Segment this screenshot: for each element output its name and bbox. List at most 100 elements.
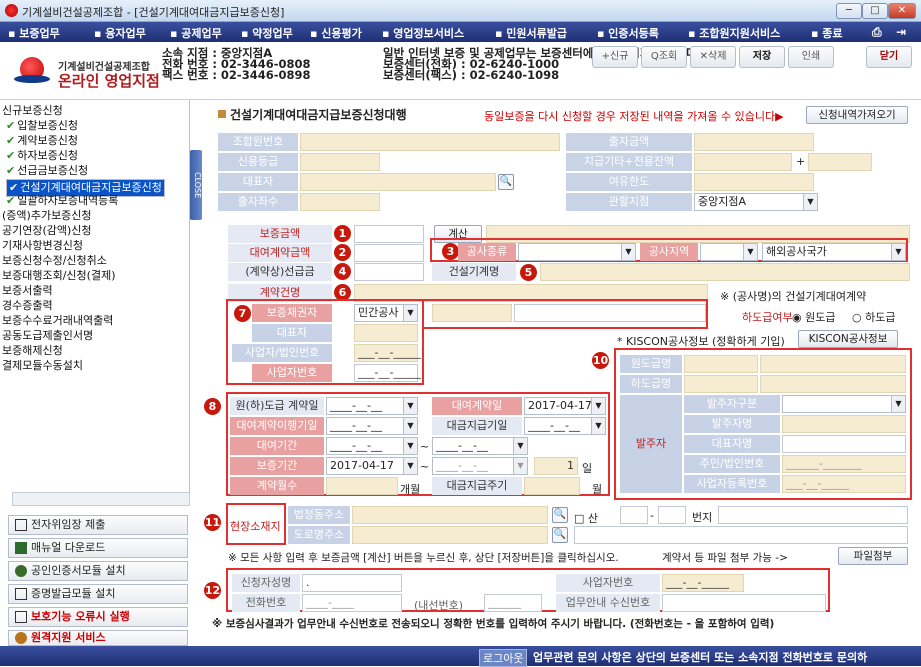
minimize-button[interactable]: ─ [836, 3, 862, 19]
margin-limit-field[interactable] [694, 173, 814, 191]
resid-no-field[interactable]: ______-_______ [782, 455, 906, 473]
menu-member-service[interactable]: ▪ 조합원지원서비스 [688, 25, 780, 41]
menu-guarantee[interactable]: ▪ 보증업무 [8, 25, 60, 41]
invest-amount-field[interactable] [694, 133, 814, 151]
sidebar-item-advance[interactable]: ✔ 선급금보증신청 [6, 164, 88, 177]
pay-cycle-field[interactable] [524, 477, 580, 495]
sub-contractor-name-field[interactable] [760, 375, 906, 393]
creditor-code-field[interactable] [432, 304, 512, 322]
sidebar-item-proxy[interactable]: 보증대행조회/신청(결제) [2, 269, 116, 282]
menu-cert[interactable]: ▪ 인증서등록 [597, 25, 659, 41]
rental-contract-date-select[interactable]: 2017-04-17 ▼ [524, 397, 606, 415]
sidebar-item-bid[interactable]: ✔ 입찰보증신청 [6, 119, 78, 132]
biz-reg-no-field[interactable]: ___-__-_____ [782, 475, 906, 493]
menu-exit[interactable]: ▪ 종료 [811, 25, 843, 41]
sidebar-btn-manual[interactable]: 매뉴얼 다운로드 [8, 538, 188, 558]
pay-balance-extra-field[interactable] [808, 153, 872, 171]
fax-recv-field[interactable] [662, 594, 826, 612]
sidebar-item-payment-module[interactable]: 결제모듈수동설치 [2, 359, 83, 372]
logout-button[interactable]: 로그아웃 [479, 649, 528, 667]
new-button[interactable]: +신규 [592, 46, 638, 68]
sidebar-btn-certmodule[interactable]: 공인인증서모듈 설치 [8, 561, 188, 581]
menu-documents[interactable]: ▪ 민원서류발급 [495, 25, 567, 41]
rental-period-end-select[interactable]: ____-__-__ ▼ [432, 437, 528, 455]
sidebar-item-joint[interactable]: 공동도급제출인서명 [2, 329, 93, 342]
branch-select[interactable]: 중앙지점A ▼ [694, 193, 818, 211]
sidebar-item-bulk-defect[interactable]: ✔ 일괄하자보증내역등록 [6, 194, 118, 207]
search-icon[interactable]: 🔍 [552, 527, 568, 543]
lot-sub-field[interactable] [658, 506, 686, 524]
bizno2-field[interactable]: ___-__-_____ [354, 364, 421, 382]
applicant-field[interactable]: . [302, 574, 402, 592]
advance-field[interactable] [354, 263, 424, 281]
sidebar-item-change[interactable]: 기재사항변경신청 [2, 239, 83, 252]
ceo-name-field[interactable] [782, 435, 906, 453]
san-checkbox[interactable]: □ 산 [574, 510, 598, 526]
main-contractor-name-field[interactable] [760, 355, 906, 373]
menu-business-info[interactable]: ▪ 영업정보서비스 [382, 25, 464, 41]
main-contractor-code-field[interactable] [684, 355, 758, 373]
sidebar-btn-delegation[interactable]: 전자위임장 제출 [8, 515, 188, 535]
work-region-select[interactable]: ▼ [700, 243, 758, 261]
close-window-button[interactable]: ✕ [888, 3, 916, 19]
print-button[interactable]: 인쇄 [788, 46, 834, 68]
sidebar-btn-issue-module[interactable]: 증명발급모듈 설치 [8, 584, 188, 604]
sub-contract-date-select[interactable]: ____-__-__ ▼ [326, 397, 418, 415]
work-type-select[interactable]: ▼ [518, 243, 636, 261]
fetch-history-button[interactable]: 신청내역가져오기 [806, 106, 908, 124]
search-icon[interactable]: 🔍 [552, 507, 568, 523]
sidebar-item-contract[interactable]: ✔ 계약보증신청 [6, 134, 78, 147]
biz-no3-field[interactable]: ___-__-_____ [662, 574, 744, 592]
sidebar-item-modify[interactable]: 보증신청수정/신청취소 [2, 254, 107, 267]
sidebar-item-defect[interactable]: ✔ 하자보증신청 [6, 149, 78, 162]
sidebar-item-print-cert[interactable]: 보증서출력 [2, 284, 53, 297]
machine-name-field[interactable] [540, 263, 910, 281]
pay-balance-field[interactable] [694, 153, 792, 171]
addr-road-detail-field[interactable] [574, 526, 908, 544]
payment-due-select[interactable]: ____-__-__ ▼ [524, 417, 606, 435]
radio-sub-contract[interactable]: ○ 하도급 [852, 309, 895, 325]
sub-contractor-code-field[interactable] [684, 375, 758, 393]
sidebar-item-additional[interactable]: (증액)추가보증신청 [2, 209, 92, 222]
guar-days-field[interactable]: 1 [534, 457, 578, 475]
overseas-select[interactable]: 해외공사국가 ▼ [762, 243, 906, 261]
guar-period-end-select[interactable]: ____-__-__ ▼ [432, 457, 528, 475]
lot-main-field[interactable] [620, 506, 648, 524]
sidebar-item-extension[interactable]: 공기연장(감액)신청 [2, 224, 92, 237]
addr-lot-field[interactable] [352, 506, 548, 524]
radio-main-contract[interactable]: ◉ 원도급 [792, 309, 835, 325]
sidebar-scrollbar[interactable] [12, 492, 190, 506]
sidebar-item-new[interactable]: 신규보증신청 [2, 104, 63, 117]
sidebar-item-fee[interactable]: 보증수수료거래내역출력 [2, 314, 113, 327]
ceo-field[interactable] [300, 173, 496, 191]
sidebar-close-tab[interactable]: CLOSE [190, 150, 202, 220]
lot-detail-field[interactable] [718, 506, 908, 524]
rental-period-start-select[interactable]: ____-__-__ ▼ [326, 437, 418, 455]
contract-months-field[interactable] [326, 477, 398, 495]
creditor-select[interactable]: 민간공사 ▼ [354, 304, 418, 322]
menu-mutual-aid[interactable]: ▪ 공제업무 [170, 25, 222, 41]
sidebar-item-release[interactable]: 보증해제신청 [2, 344, 63, 357]
menu-agreement[interactable]: ▪ 약정업무 [241, 25, 293, 41]
print-icon[interactable]: ⎙ [872, 25, 882, 40]
member-no-field[interactable] [300, 133, 560, 151]
attach-button[interactable]: 파일첨부 [838, 547, 908, 565]
guar-amount-field[interactable] [354, 225, 424, 243]
orderer-name-field[interactable] [782, 415, 906, 433]
close-button[interactable]: 닫기 [866, 46, 912, 68]
orderer-type-select[interactable]: ▼ [782, 395, 906, 413]
credit-grade-field[interactable] [300, 153, 380, 171]
bizno-field[interactable]: ___-__-_____ [354, 344, 421, 362]
save-button[interactable]: 저장 [739, 46, 785, 68]
menu-loan[interactable]: ▪ 융자업무 [94, 25, 146, 41]
maximize-button[interactable]: □ [862, 3, 888, 19]
ext-field[interactable]: ______ [484, 594, 542, 612]
ceo2-field[interactable] [354, 324, 418, 342]
search-button[interactable]: Q조회 [641, 46, 687, 68]
search-icon[interactable]: 🔍 [498, 174, 514, 190]
sidebar-btn-remote[interactable]: 원격지원 서비스 [8, 630, 188, 646]
phone-field[interactable]: ____-____ [302, 594, 402, 612]
guar-period-start-select[interactable]: 2017-04-17 ▼ [326, 457, 418, 475]
rental-amount-field[interactable] [354, 244, 424, 262]
addr-road-field[interactable] [352, 526, 548, 544]
